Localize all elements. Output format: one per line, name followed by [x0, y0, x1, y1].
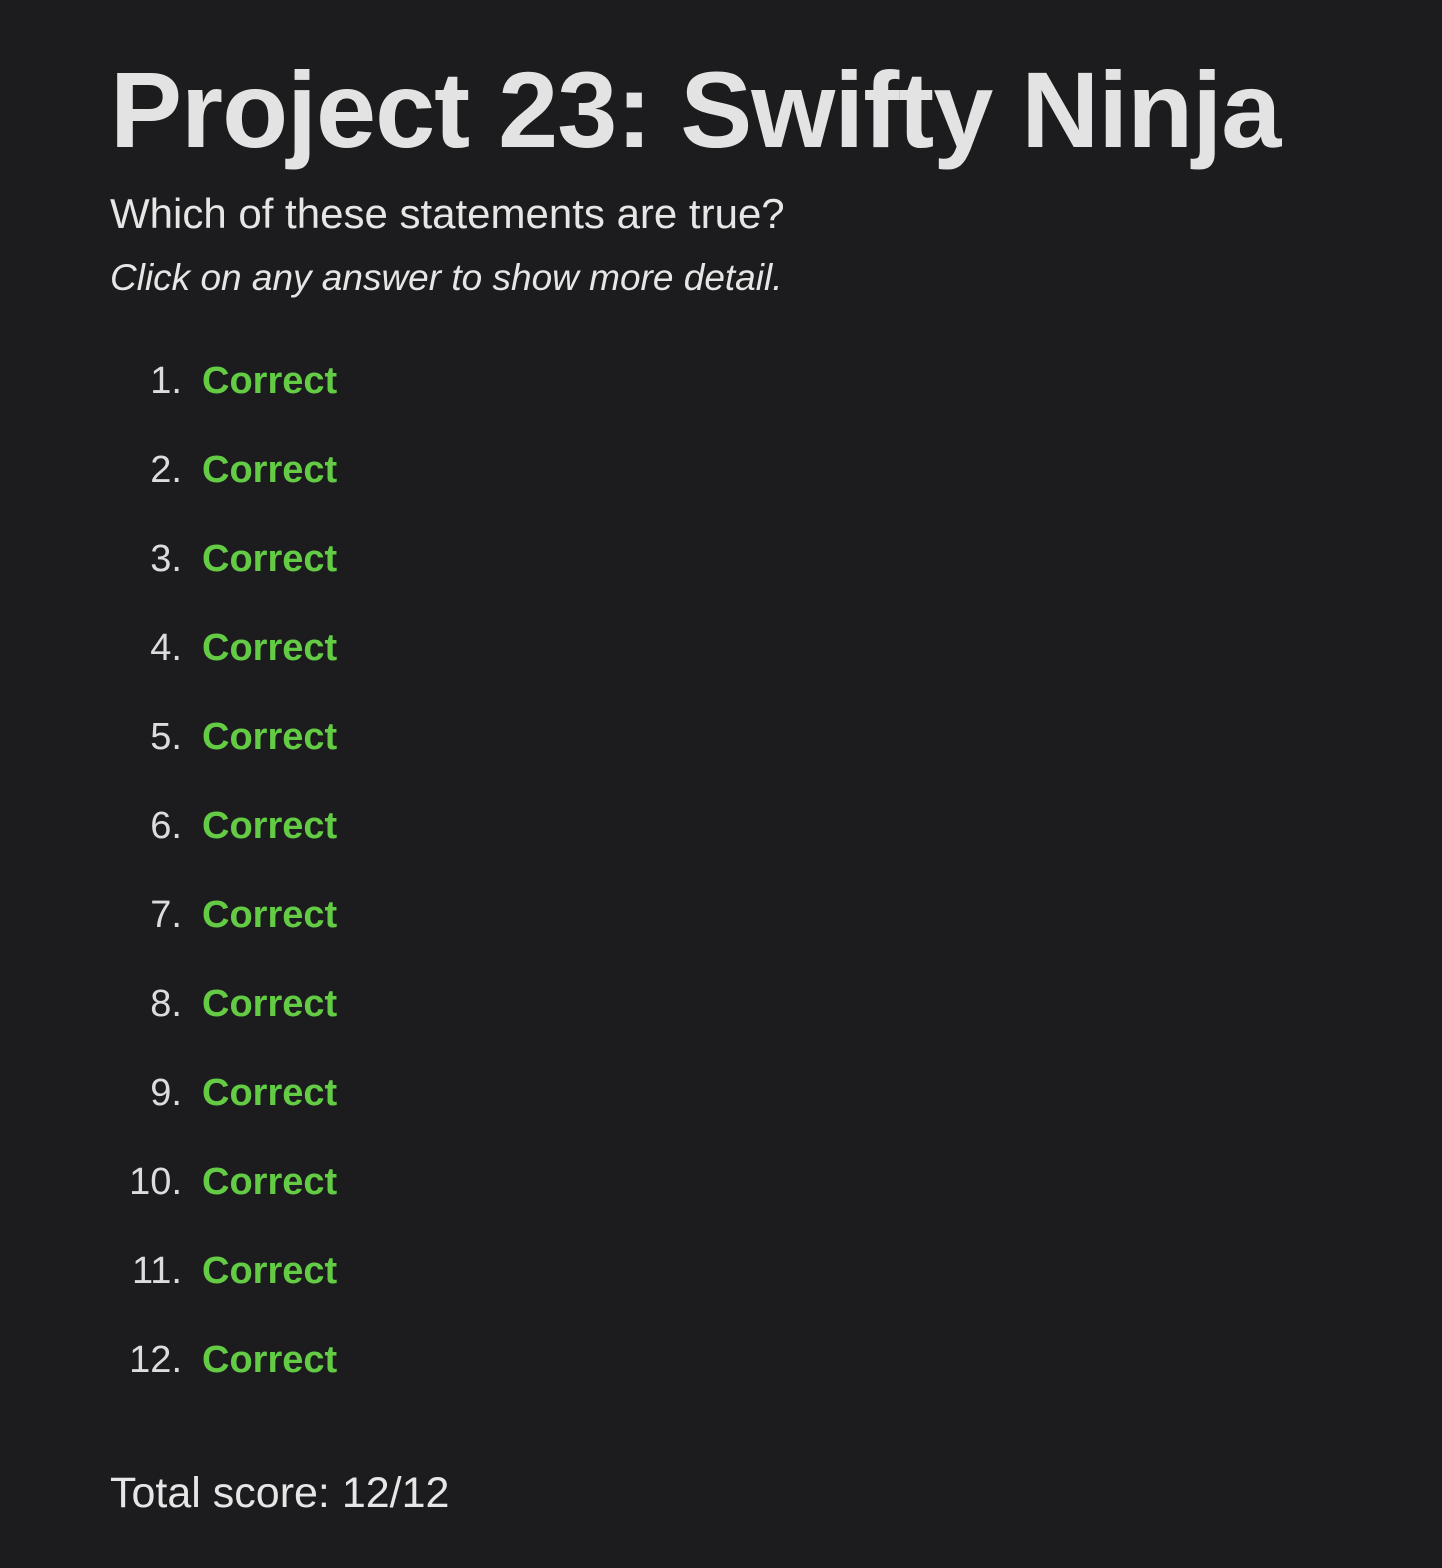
answer-status[interactable]: Correct [202, 356, 337, 406]
answer-item-5[interactable]: 5. Correct [110, 712, 337, 801]
answer-item-3[interactable]: 3. Correct [110, 534, 337, 623]
answer-number: 12. [129, 1339, 182, 1381]
answer-number: 4. [150, 627, 182, 669]
answer-list: 1. Correct 2. Correct 3. Correct 4. Corr… [110, 356, 337, 1424]
answer-status[interactable]: Correct [202, 534, 337, 584]
answer-status[interactable]: Correct [202, 445, 337, 495]
instruction-hint: Click on any answer to show more detail. [110, 257, 783, 298]
answer-item-8[interactable]: 8. Correct [110, 979, 337, 1068]
answer-number: 3. [150, 538, 182, 580]
answer-status[interactable]: Correct [202, 1246, 337, 1296]
answer-status[interactable]: Correct [202, 890, 337, 940]
answer-status[interactable]: Correct [202, 801, 337, 851]
page-title: Project 23: Swifty Ninja [110, 49, 1281, 170]
answer-item-9[interactable]: 9. Correct [110, 1068, 337, 1157]
answer-number: 8. [150, 983, 182, 1025]
answer-number: 5. [150, 716, 182, 758]
answer-number: 2. [150, 449, 182, 491]
answer-status[interactable]: Correct [202, 1335, 337, 1385]
answer-item-12[interactable]: 12. Correct [110, 1335, 337, 1424]
answer-item-1[interactable]: 1. Correct [110, 356, 337, 445]
answer-number: 6. [150, 805, 182, 847]
answer-status[interactable]: Correct [202, 712, 337, 762]
answer-item-2[interactable]: 2. Correct [110, 445, 337, 534]
answer-status[interactable]: Correct [202, 1157, 337, 1207]
total-score: Total score: 12/12 [110, 1469, 450, 1517]
answer-number: 1. [150, 360, 182, 402]
answer-item-7[interactable]: 7. Correct [110, 890, 337, 979]
answer-item-6[interactable]: 6. Correct [110, 801, 337, 890]
question-prompt: Which of these statements are true? [110, 190, 785, 237]
answer-item-4[interactable]: 4. Correct [110, 623, 337, 712]
answer-item-11[interactable]: 11. Correct [110, 1246, 337, 1335]
answer-status[interactable]: Correct [202, 623, 337, 673]
answer-status[interactable]: Correct [202, 1068, 337, 1118]
answer-number: 7. [150, 894, 182, 936]
answer-number: 9. [150, 1072, 182, 1114]
answer-item-10[interactable]: 10. Correct [110, 1157, 337, 1246]
answer-number: 11. [131, 1250, 182, 1292]
answer-status[interactable]: Correct [202, 979, 337, 1029]
answer-number: 10. [129, 1161, 182, 1203]
